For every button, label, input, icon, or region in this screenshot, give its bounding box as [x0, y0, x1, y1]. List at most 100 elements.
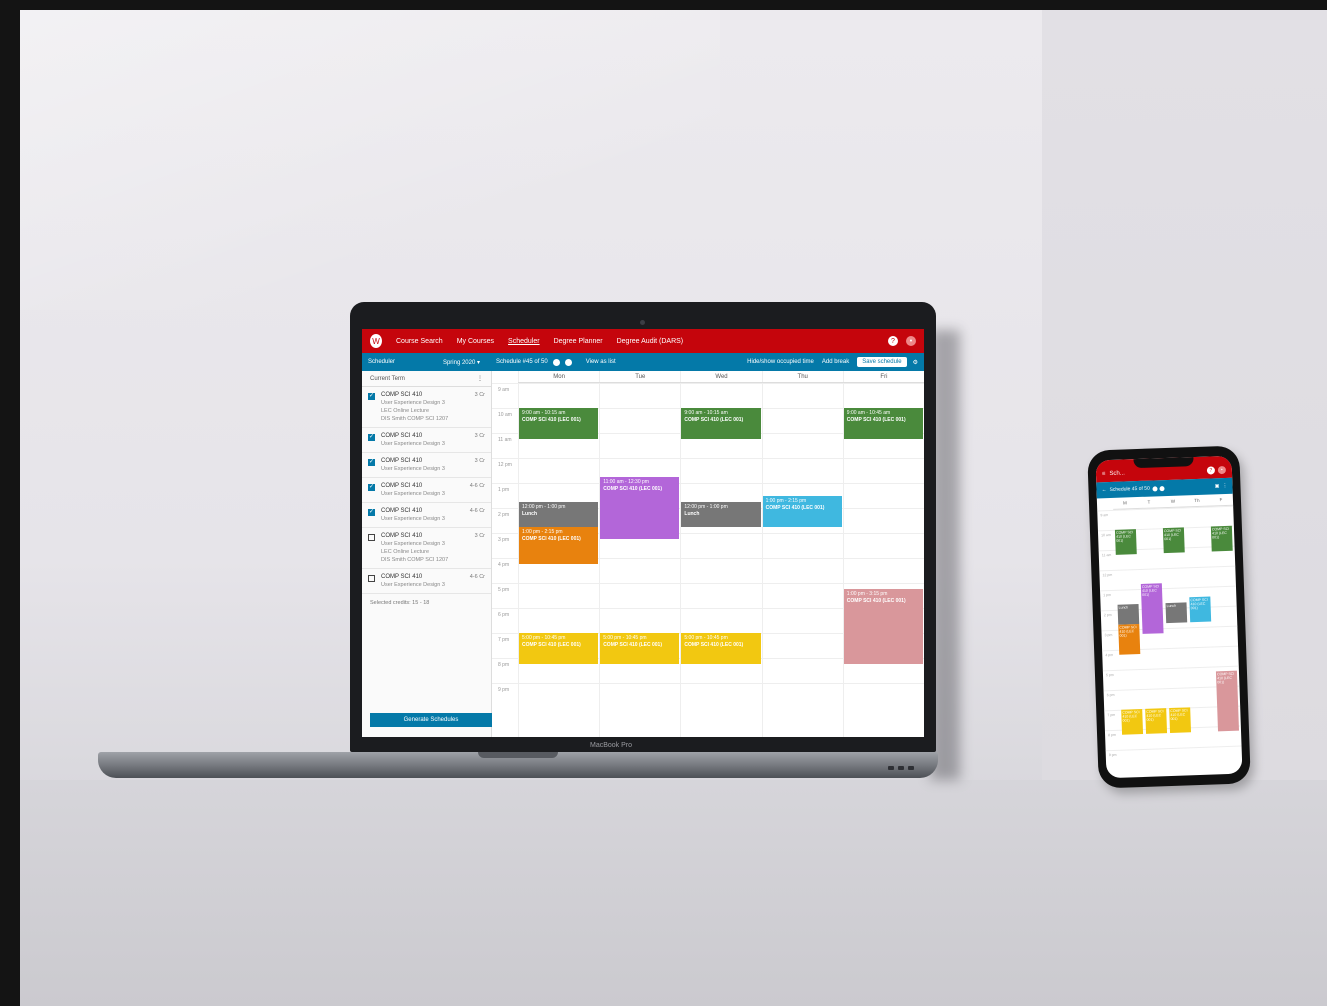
nav-my-courses[interactable]: My Courses — [457, 338, 494, 345]
calendar-event[interactable]: 11:00 am - 12:30 pm COMP SCI 410 (LEC 001… — [600, 476, 680, 540]
avatar[interactable]: • — [906, 336, 916, 346]
course-info: COMP SCI 410 User Experience Design 3 — [381, 483, 470, 497]
course-list-item[interactable]: ✓ COMP SCI 410 User Experience Design 3 4-6… — [362, 478, 491, 503]
hour-label: 5 pm — [498, 587, 510, 593]
prev-schedule-icon[interactable] — [1152, 485, 1158, 491]
prev-schedule-icon[interactable] — [552, 358, 560, 366]
next-schedule-icon[interactable] — [564, 358, 572, 366]
course-list-item[interactable]: COMP SCI 410 User Experience Design 3 LEC … — [362, 528, 491, 569]
course-code: COMP SCI 410 — [381, 508, 423, 514]
term-dropdown[interactable]: Spring 2020 ▾ — [443, 359, 480, 366]
event-name: COMP SCI 410 (LEC 001) — [846, 417, 906, 423]
more-icon[interactable]: ⋮ — [1222, 483, 1227, 489]
course-list-item[interactable]: ✓ COMP SCI 410 User Experience Design 3 LEC… — [362, 387, 491, 428]
day-header: Thu — [761, 371, 843, 382]
phone-hour-label: 11 am — [1101, 552, 1112, 558]
back-arrow-icon[interactable]: ← — [1101, 487, 1106, 493]
course-list-item[interactable]: ✓ COMP SCI 410 User Experience Design 3 4-6… — [362, 503, 491, 528]
calendar-event[interactable]: 1:00 pm - 2:15 pm COMP SCI 410 (LEC 001) — [519, 526, 599, 565]
hour-label: 2 pm — [498, 512, 510, 518]
hour-label: 12 pm — [498, 462, 512, 468]
phone-calendar-event[interactable]: Lunch — [1165, 602, 1188, 624]
hour-label: 10 am — [498, 412, 512, 418]
phone-hour-label: 7 pm — [1107, 712, 1116, 718]
calendar-event[interactable]: 5:00 pm - 10:45 pm COMP SCI 410 (LEC 001) — [681, 633, 761, 665]
avatar[interactable]: • — [1217, 465, 1227, 475]
event-time: 5:00 pm - 10:45 pm — [522, 635, 566, 641]
course-checkbox[interactable]: ✓ — [368, 393, 375, 400]
day-column-divider — [761, 383, 763, 737]
event-time: 5:00 pm - 10:45 pm — [603, 635, 647, 641]
calendar-event[interactable]: 12:00 pm - 1:00 pm Lunch — [681, 501, 761, 527]
lid-notch — [478, 752, 558, 758]
hour-row: 9 am — [492, 383, 924, 408]
phone-calendar-event[interactable]: COMP SCI 410 (LEC 001) — [1215, 670, 1240, 732]
calendar-event[interactable]: 1:00 pm - 3:15 pm COMP SCI 410 (LEC 001) — [843, 589, 923, 665]
phone-calendar-event[interactable]: COMP SCI 410 (LEC 001) — [1114, 529, 1137, 555]
calendar-event[interactable]: 12:00 pm - 1:00 pm Lunch — [519, 501, 599, 527]
phone-hour-label: 3 pm — [1104, 632, 1113, 638]
add-break-button[interactable]: Add break — [822, 359, 849, 365]
course-list-item[interactable]: COMP SCI 410 User Experience Design 3 4-6 … — [362, 569, 491, 594]
phone-calendar-event[interactable]: COMP SCI 410 (LEC 001) — [1121, 708, 1144, 735]
view-as-list-checkbox[interactable]: View as list — [586, 359, 616, 365]
course-detail-line: User Experience Design 3 — [381, 466, 445, 472]
calendar-event[interactable]: 9:00 am - 10:15 am COMP SCI 410 (LEC 001) — [681, 408, 761, 440]
phone-event-name: COMP SCI 410 (LEC 001) — [1115, 530, 1134, 543]
calendar-event[interactable]: 9:00 am - 10:45 am COMP SCI 410 (LEC 001) — [843, 408, 923, 440]
course-code: COMP SCI 410 — [381, 392, 423, 398]
kebab-menu-icon[interactable]: ⋮ — [477, 375, 483, 382]
phone-hour-row: 9 pm — [1105, 745, 1243, 771]
phone-event-name: Lunch — [1166, 603, 1177, 609]
term-selector[interactable]: Scheduler Spring 2020 ▾ — [368, 359, 486, 366]
course-code: COMP SCI 410 — [381, 483, 423, 489]
event-name: Lunch — [684, 510, 700, 517]
phone-calendar-event[interactable]: Lunch — [1117, 604, 1140, 625]
course-checkbox[interactable]: ✓ — [368, 459, 375, 466]
phone-calendar-event[interactable]: COMP SCI 410 (LEC 001) — [1189, 596, 1212, 623]
generate-schedules-button[interactable]: Generate Schedules — [370, 713, 492, 727]
phone-schedule-counter: Schedule 45 of 50 — [1109, 485, 1150, 493]
calendar-event[interactable]: 5:00 pm - 10:45 pm COMP SCI 410 (LEC 001) — [600, 633, 680, 665]
nav-course-search[interactable]: Course Search — [396, 338, 443, 345]
phone-hour-label: 5 pm — [1105, 672, 1114, 678]
course-checkbox[interactable]: ✓ — [368, 484, 375, 491]
phone-hour-label: 1 pm — [1103, 593, 1112, 598]
phone-calendar-event[interactable]: COMP SCI 410 (LEC 001) — [1145, 708, 1168, 734]
help-icon[interactable]: ? — [1206, 466, 1216, 475]
course-list-item[interactable]: ✓ COMP SCI 410 User Experience Design 3 3 C… — [362, 428, 491, 453]
course-credits: 4-6 Cr — [469, 508, 485, 514]
course-checkbox[interactable] — [368, 534, 375, 541]
calendar-event[interactable]: 9:00 am - 10:15 am COMP SCI 410 (LEC 001) — [519, 408, 599, 440]
phone-calendar-event[interactable]: COMP SCI 410 (LEC 001) — [1118, 624, 1141, 655]
phone-hour-label: 2 pm — [1103, 613, 1112, 618]
nav-scheduler[interactable]: Scheduler — [508, 338, 540, 345]
next-schedule-icon[interactable] — [1159, 485, 1165, 491]
phone-day-header: T — [1147, 499, 1151, 505]
phone-hour-label: 9 pm — [1108, 752, 1117, 758]
calendar-grid: 9 am 10 am 11 am 12 pm 1 pm 2 pm 3 pm 4 pm 5 pm 6… — [492, 383, 924, 737]
phone-calendar-event[interactable]: COMP SCI 410 (LEC 001) — [1162, 527, 1185, 554]
hide-show-time-button[interactable]: Hide/show occupied time — [747, 359, 814, 365]
day-header: Wed — [680, 371, 761, 382]
course-detail-line: User Experience Design 3 — [381, 582, 445, 588]
help-icon[interactable]: ? — [888, 336, 898, 346]
course-checkbox[interactable]: ✓ — [368, 434, 375, 441]
save-schedule-button[interactable]: Save schedule — [857, 357, 907, 367]
course-list-item[interactable]: ✓ COMP SCI 410 User Experience Design 3 3 C… — [362, 453, 491, 478]
gear-icon[interactable]: ⚙ — [913, 359, 918, 366]
course-checkbox[interactable] — [368, 575, 375, 582]
nav-degree-planner[interactable]: Degree Planner — [554, 338, 603, 345]
course-checkbox[interactable]: ✓ — [368, 509, 375, 516]
day-header: Tue — [599, 371, 680, 382]
calendar-event[interactable]: 5:00 pm - 10:45 pm COMP SCI 410 (LEC 001) — [519, 633, 599, 665]
top-navigation: W Course Search My Courses Scheduler Deg… — [362, 329, 924, 353]
calendar-event[interactable]: 1:00 pm - 2:15 pm COMP SCI 410 (LEC 001) — [762, 495, 842, 527]
phone-calendar-event[interactable]: COMP SCI 410 (LEC 001) — [1169, 707, 1192, 734]
course-detail-line: User Experience Design 3 — [381, 400, 445, 406]
phone-calendar-event[interactable]: COMP SCI 410 (LEC 001) — [1210, 525, 1233, 552]
nav-degree-audit[interactable]: Degree Audit (DARS) — [617, 338, 684, 345]
phone-calendar-event[interactable]: COMP SCI 410 (LEC 001) — [1140, 583, 1164, 634]
save-icon[interactable]: ▣ — [1215, 483, 1220, 489]
hamburger-menu-icon[interactable]: ≡ — [1102, 471, 1106, 477]
